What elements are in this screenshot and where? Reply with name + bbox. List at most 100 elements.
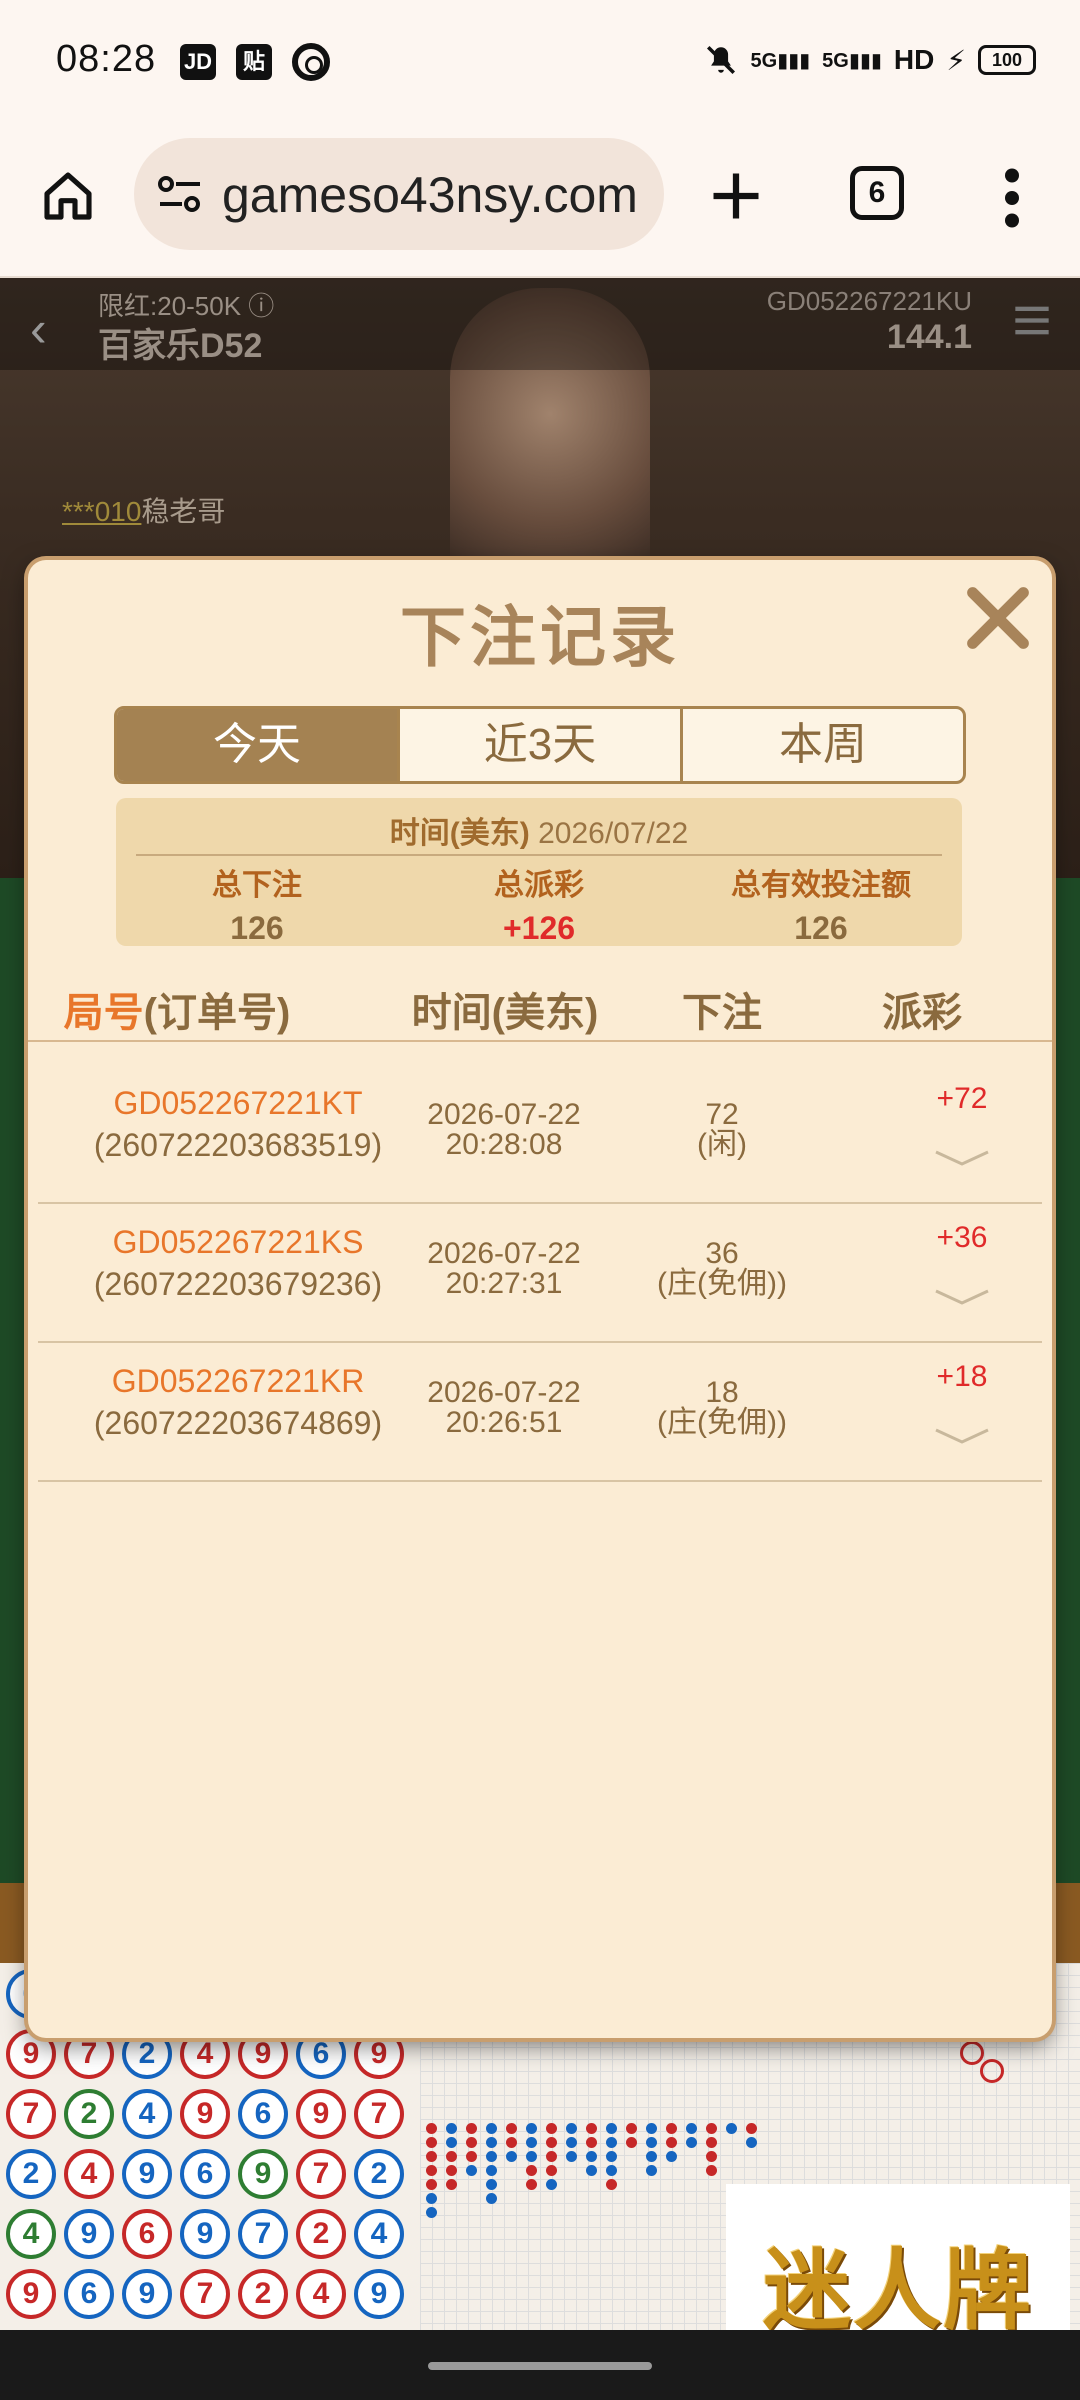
road-dot	[746, 2137, 757, 2148]
road-dot	[606, 2179, 617, 2190]
bet-cell: 18 (庄(免佣))	[622, 1378, 822, 1438]
row-time: 20:27:31	[445, 1267, 563, 1300]
bead-marker: 9	[122, 2269, 172, 2319]
bead-marker: 4	[354, 2209, 404, 2259]
road-dot	[606, 2123, 617, 2134]
road-dot	[606, 2151, 617, 2162]
road-dot	[426, 2123, 437, 2134]
tab-switcher-button[interactable]: 6	[850, 166, 904, 220]
tab-this-week[interactable]: 本周	[683, 709, 963, 781]
home-gesture-bar[interactable]	[428, 2362, 652, 2370]
road-dot	[606, 2165, 617, 2176]
road-dot	[426, 2137, 437, 2148]
table-row[interactable]: GD052267221KS (260722203679236) 2026-07-…	[38, 1205, 1042, 1343]
road-dot	[646, 2165, 657, 2176]
row-date: 2026-07-22	[427, 1098, 581, 1131]
time-cell: 2026-07-22 20:27:31	[374, 1239, 634, 1299]
address-bar[interactable]: gameso43nsy.com	[134, 138, 664, 250]
road-dot	[706, 2123, 717, 2134]
road-dot	[486, 2151, 497, 2162]
row-date: 2026-07-22	[427, 1237, 581, 1270]
road-dot	[706, 2137, 717, 2148]
modal-title: 下注记录	[400, 600, 680, 674]
road-dot	[486, 2179, 497, 2190]
bead-marker: 7	[6, 2089, 56, 2139]
round-id: GD052267221KU	[766, 286, 972, 316]
table-row[interactable]: GD052267221KT (260722203683519) 2026-07-…	[38, 1066, 1042, 1204]
road-dot	[546, 2179, 557, 2190]
bead-marker: 4	[64, 2149, 114, 2199]
table-row[interactable]: GD052267221KR (260722203674869) 2026-07-…	[38, 1344, 1042, 1482]
road-ring	[980, 2059, 1004, 2083]
signal-icon-2: 5G▮▮▮	[822, 49, 882, 72]
bead-marker: 9	[180, 2209, 230, 2259]
player-name: 稳老哥	[141, 496, 226, 527]
road-dot	[706, 2165, 717, 2176]
road-dot	[646, 2137, 657, 2148]
bead-marker: 2	[6, 2149, 56, 2199]
road-dot	[566, 2151, 577, 2162]
bead-marker: 7	[354, 2089, 404, 2139]
bead-marker: 9	[180, 2089, 230, 2139]
url-text[interactable]: gameso43nsy.com	[222, 166, 652, 224]
bet-cell: 72 (闲)	[622, 1100, 822, 1160]
table-header: 局号(订单号) 时间(美东) 下注 派彩	[28, 980, 1052, 1042]
road-dot	[606, 2137, 617, 2148]
hamburger-menu-icon[interactable]	[1012, 300, 1052, 340]
road-dot	[566, 2137, 577, 2148]
road-dot	[426, 2151, 437, 2162]
tieba-app-icon: 贴	[236, 44, 272, 80]
road-dot	[526, 2151, 537, 2162]
bead-marker: 2	[238, 2269, 288, 2319]
road-dot	[586, 2137, 597, 2148]
road-dot	[466, 2165, 477, 2176]
bead-marker: 7	[180, 2269, 230, 2319]
bet-cell: 36 (庄(免佣))	[622, 1239, 822, 1299]
road-dot	[446, 2151, 457, 2162]
total-payout-value: +126	[502, 910, 576, 946]
road-dot	[426, 2179, 437, 2190]
road-dot	[446, 2179, 457, 2190]
home-icon[interactable]	[40, 168, 96, 224]
status-bar: 08:28 JD 贴 5G▮▮▮ 5G▮▮▮ HD ⚡ 100	[0, 0, 1080, 126]
bet-history-modal: 下注记录 今天 近3天 本周 时间(美东) 2026/07/22 总下注 126…	[28, 560, 1052, 2038]
bead-marker: 9	[64, 2209, 114, 2259]
road-dot	[686, 2137, 697, 2148]
bead-marker: 2	[64, 2089, 114, 2139]
close-icon[interactable]	[960, 580, 1036, 656]
road-dot	[486, 2137, 497, 2148]
col-order-label: (订单号)	[143, 991, 291, 1035]
new-tab-icon[interactable]	[706, 166, 766, 226]
road-dot	[546, 2165, 557, 2176]
tab-last-3-days[interactable]: 近3天	[400, 709, 683, 781]
hd-icon: HD	[893, 44, 935, 75]
road-dot	[586, 2123, 597, 2134]
back-icon[interactable]: ‹	[30, 300, 47, 358]
total-bet: 总下注 126	[116, 860, 398, 947]
road-dot	[706, 2151, 717, 2162]
site-settings-icon[interactable]	[156, 172, 204, 216]
total-valid-label: 总有效投注额	[731, 869, 911, 902]
bead-marker: 4	[122, 2089, 172, 2139]
summary-date-label: 时间(美东)	[389, 817, 530, 850]
watermark-text: 迷人牌	[762, 2238, 1033, 2342]
road-dot	[666, 2151, 677, 2162]
road-dot	[426, 2207, 437, 2218]
road-dot	[526, 2165, 537, 2176]
road-dot	[446, 2165, 457, 2176]
bead-marker: 6	[180, 2149, 230, 2199]
col-bet: 下注	[682, 991, 762, 1035]
tab-today[interactable]: 今天	[117, 709, 400, 781]
chevron-down-icon[interactable]	[932, 1144, 992, 1174]
bead-marker: 9	[6, 2269, 56, 2319]
road-dot	[746, 2123, 757, 2134]
chevron-down-icon[interactable]	[932, 1283, 992, 1313]
jd-app-icon: JD	[180, 44, 216, 80]
road-dot	[546, 2123, 557, 2134]
chevron-down-icon[interactable]	[932, 1422, 992, 1452]
road-dot	[586, 2165, 597, 2176]
total-valid-bet: 总有效投注额 126	[680, 860, 962, 947]
bead-marker: 9	[122, 2149, 172, 2199]
more-menu-icon[interactable]	[1000, 168, 1024, 228]
period-tabs: 今天 近3天 本周	[114, 706, 966, 784]
